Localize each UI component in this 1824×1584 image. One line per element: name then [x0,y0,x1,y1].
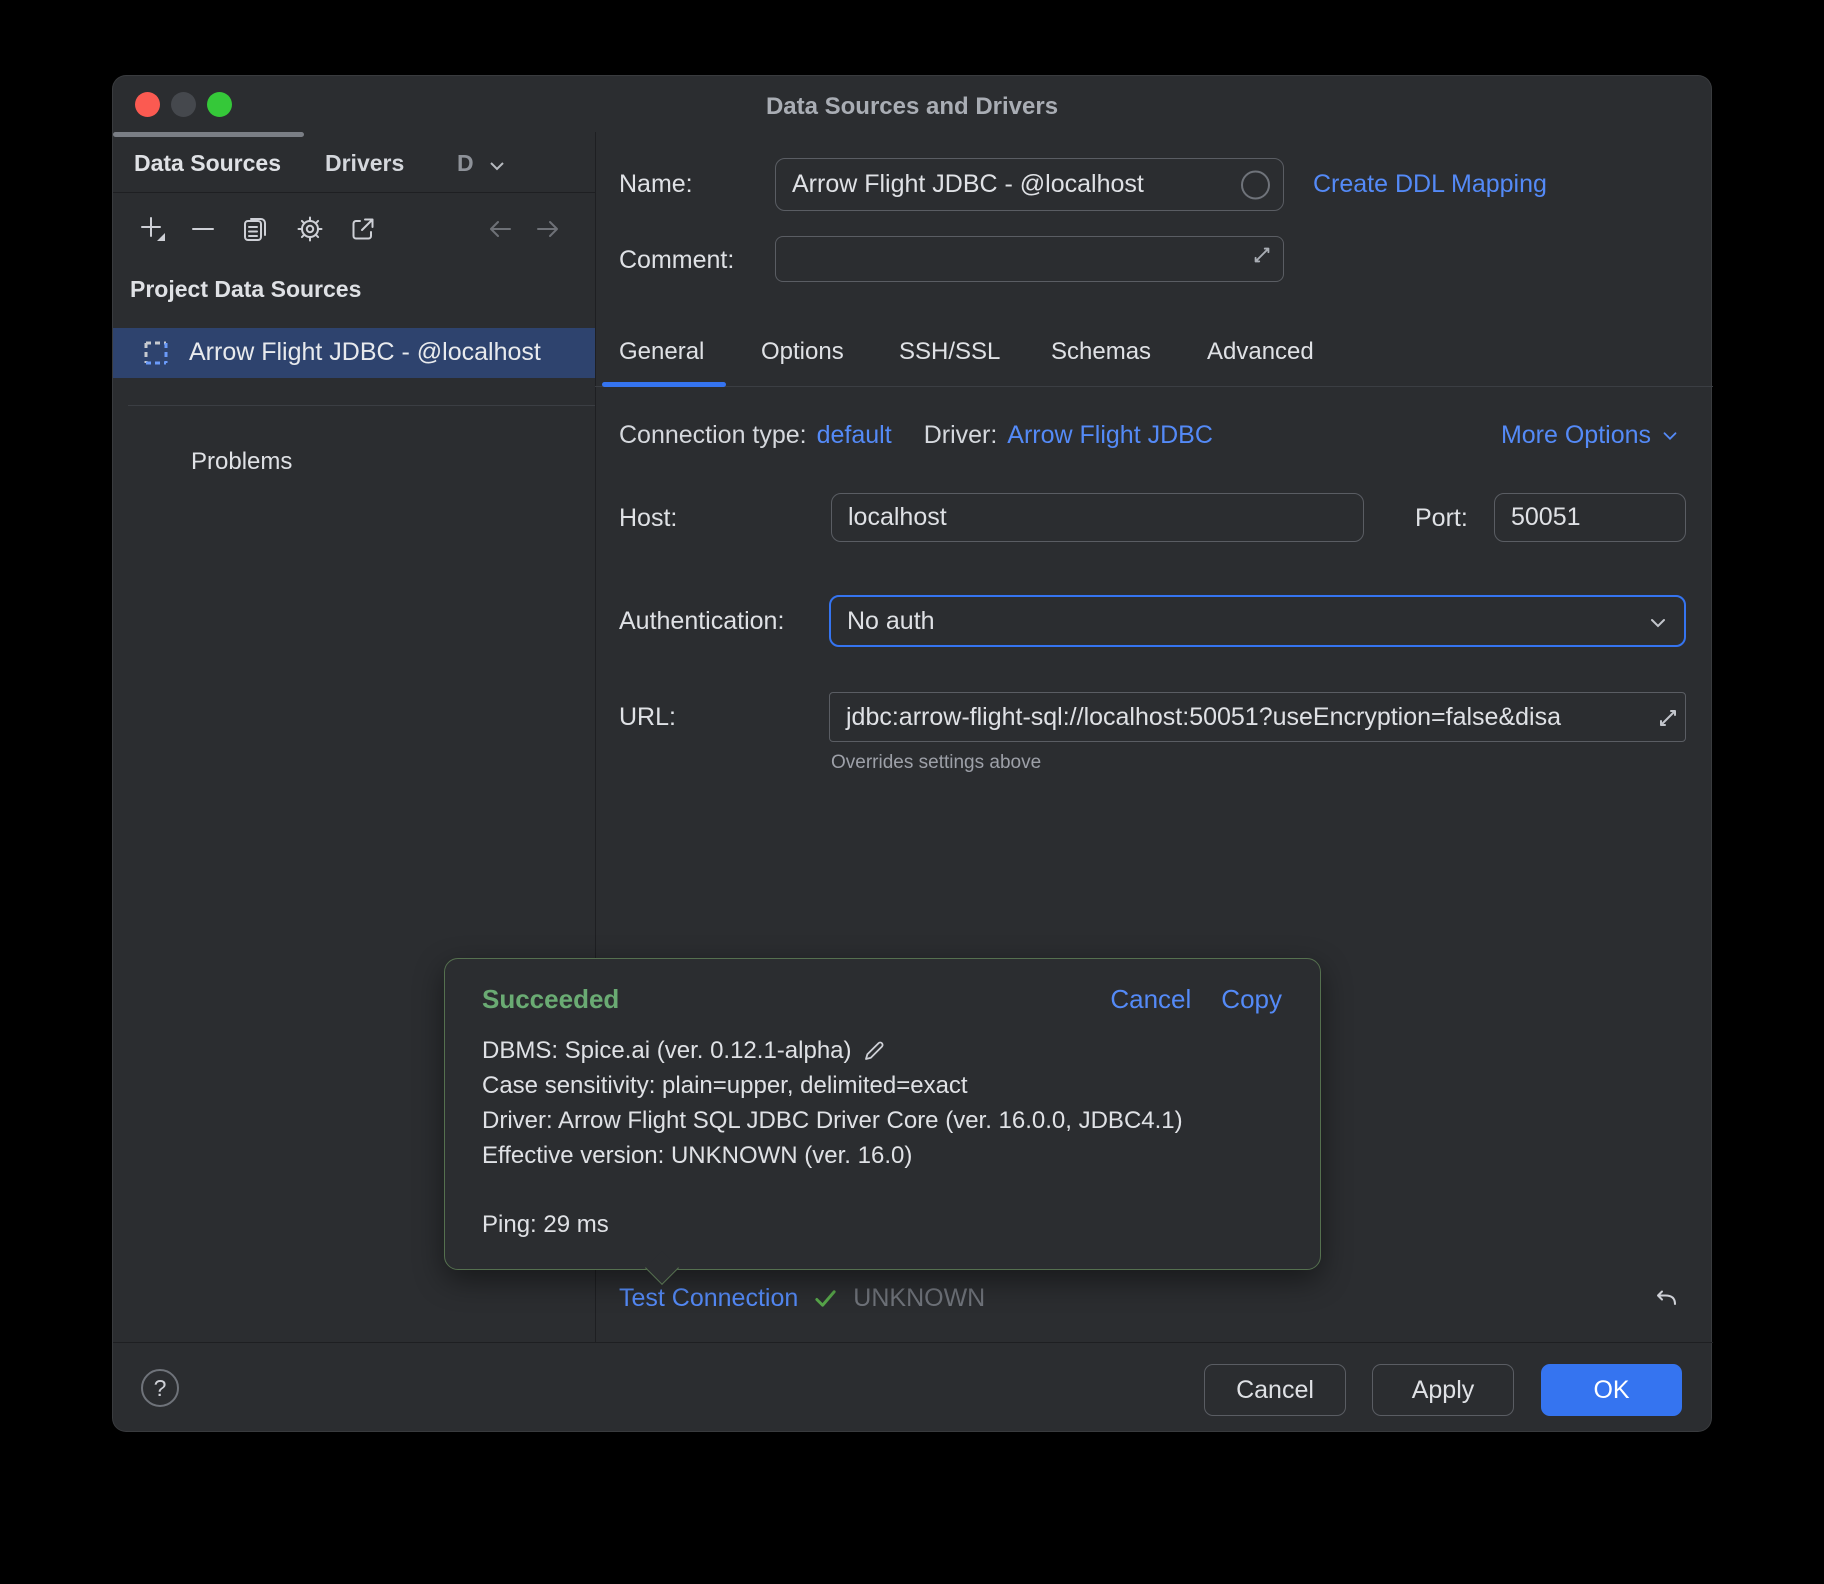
port-label: Port: [1415,504,1468,533]
tab-separator-line [595,386,1713,387]
tab-overflow[interactable]: D [457,150,474,177]
chevron-down-icon[interactable] [485,154,509,184]
checkmark-icon [812,1285,839,1312]
revert-icon[interactable] [1651,1286,1681,1321]
driver-info: Driver: Arrow Flight SQL JDBC Driver Cor… [482,1107,1183,1135]
name-input[interactable]: Arrow Flight JDBC - @localhost [775,158,1284,211]
case-sensitivity-info: Case sensitivity: plain=upper, delimited… [482,1072,968,1100]
tab-schemas[interactable]: Schemas [1051,338,1151,366]
tab-advanced[interactable]: Advanced [1207,338,1314,366]
comment-label: Comment: [619,246,734,275]
duplicate-icon[interactable] [240,214,270,244]
test-status: UNKNOWN [853,1284,985,1313]
port-value: 50051 [1511,503,1581,532]
add-data-source-button[interactable] [138,214,168,244]
chevron-down-icon [1646,611,1670,635]
popup-cancel-link[interactable]: Cancel [1110,984,1191,1015]
arrow-flight-driver-icon [142,339,170,367]
more-options[interactable]: More Options [1501,421,1681,450]
host-input[interactable]: localhost [831,493,1364,542]
test-connection-row: Test Connection UNKNOWN [619,1284,985,1313]
back-arrow-icon[interactable] [485,214,515,244]
url-label: URL: [619,703,676,732]
tab-options[interactable]: Options [761,338,844,366]
progress-ring-icon [1241,170,1270,199]
open-in-new-window-icon[interactable] [348,214,378,244]
authentication-select[interactable]: No auth [829,595,1686,647]
sidebar-item-problems[interactable]: Problems [191,448,292,476]
authentication-label: Authentication: [619,607,784,636]
url-value: jdbc:arrow-flight-sql://localhost:50051?… [846,703,1561,732]
dbms-info: DBMS: Spice.ai (ver. 0.12.1-alpha) [482,1037,852,1065]
create-ddl-mapping-link[interactable]: Create DDL Mapping [1313,170,1547,199]
expand-comment-icon[interactable] [1251,244,1273,266]
cancel-button[interactable]: Cancel [1204,1364,1346,1416]
popup-copy-link[interactable]: Copy [1221,984,1282,1015]
active-tab-indicator [602,382,726,387]
gear-icon[interactable] [295,214,325,244]
test-connection-link[interactable]: Test Connection [619,1284,798,1313]
connection-type-value-link[interactable]: default [817,421,892,450]
authentication-value: No auth [847,607,935,636]
host-label: Host: [619,504,677,533]
data-source-list-item[interactable]: Arrow Flight JDBC - @localhost [113,328,595,378]
driver-value-link[interactable]: Arrow Flight JDBC [1007,421,1213,450]
help-button[interactable]: ? [141,1369,179,1407]
tab-ssh-ssl[interactable]: SSH/SSL [899,338,1000,366]
help-label: ? [154,1375,167,1402]
port-input[interactable]: 50051 [1494,493,1686,542]
ping-info: Ping: 29 ms [482,1211,609,1239]
footer-divider [113,1342,1713,1343]
apply-button[interactable]: Apply [1372,1364,1514,1416]
ok-button[interactable]: OK [1541,1364,1682,1416]
tab-data-sources[interactable]: Data Sources [134,150,281,177]
edit-pencil-icon[interactable] [862,1039,886,1063]
test-connection-popup: Succeeded Cancel Copy DBMS: Spice.ai (ve… [444,958,1321,1270]
host-value: localhost [848,503,947,532]
forward-arrow-icon[interactable] [533,214,563,244]
project-data-sources-header: Project Data Sources [130,276,361,303]
data-sources-dialog: Data Sources and Drivers Data Sources Dr… [112,75,1712,1432]
list-separator [128,405,595,406]
url-input[interactable]: jdbc:arrow-flight-sql://localhost:50051?… [829,692,1686,742]
left-tab-bar: Data Sources Drivers D [113,132,595,193]
expand-url-icon[interactable] [1656,706,1680,730]
active-tab-underline [113,132,304,137]
url-hint: Overrides settings above [831,752,1041,774]
name-label: Name: [619,170,693,199]
connection-type-row: Connection type: default Driver: Arrow F… [619,421,1213,450]
connection-status: Succeeded [482,984,619,1015]
connection-type-label: Connection type: [619,421,807,450]
remove-data-source-button[interactable] [188,214,218,244]
dialog-title: Data Sources and Drivers [113,93,1711,121]
more-options-label: More Options [1501,421,1651,450]
tab-drivers[interactable]: Drivers [325,150,404,177]
tab-general[interactable]: General [619,338,704,366]
name-value: Arrow Flight JDBC - @localhost [792,170,1144,199]
comment-input[interactable] [775,236,1284,282]
driver-label: Driver: [924,421,998,450]
effective-version-info: Effective version: UNKNOWN (ver. 16.0) [482,1142,912,1170]
data-source-name: Arrow Flight JDBC - @localhost [189,338,541,367]
